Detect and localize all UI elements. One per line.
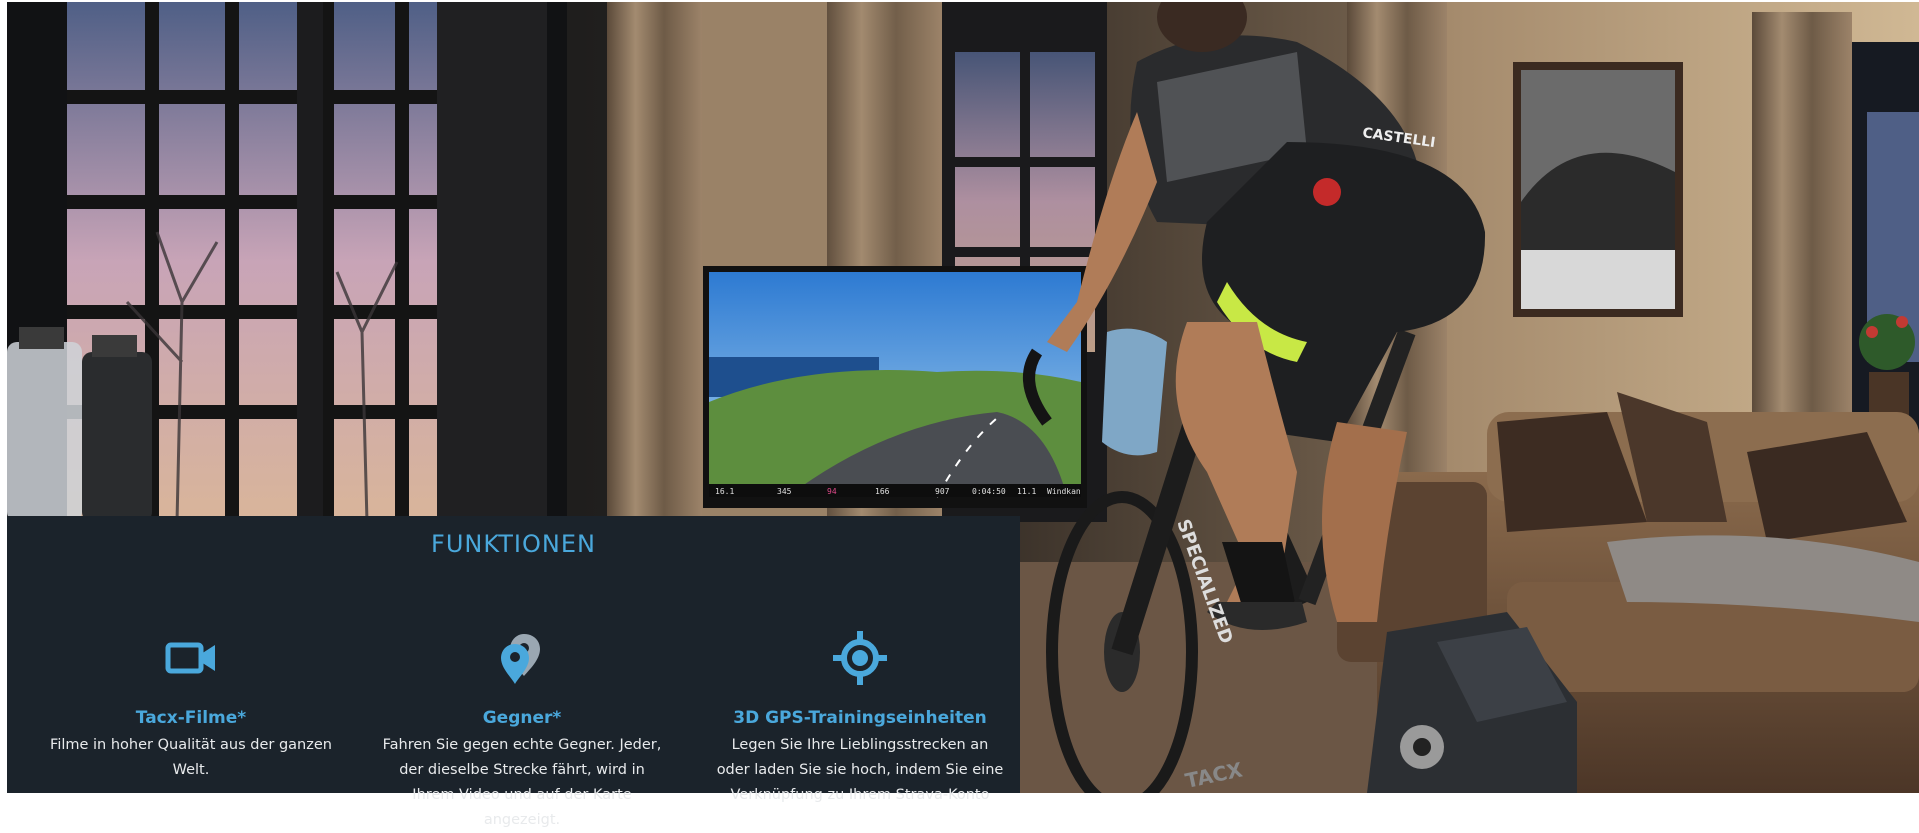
tv-grade: 11.1 <box>1017 487 1036 496</box>
feature-heading: Tacx-Filme* <box>135 708 247 728</box>
feature-heading: 3D GPS-Trainingseinheiten <box>733 708 987 728</box>
feature-heading: Gegner* <box>482 708 562 728</box>
feature-tacx-films: Tacx-Filme* Filme in hoher Qualität aus … <box>41 630 341 783</box>
feature-description: Legen Sie Ihre Lieblingsstrecken an oder… <box>716 737 1004 803</box>
map-pin-icon <box>501 634 540 684</box>
feature-gps-training: 3D GPS-Trainingseinheiten Legen Sie Ihre… <box>710 630 1010 808</box>
video-camera-icon <box>165 642 215 674</box>
gps-target-icon <box>833 631 887 685</box>
tv-time: 0:04:50 <box>972 487 1006 496</box>
tv-power: 345 <box>777 487 792 496</box>
feature-description: Fahren Sie gegen echte Gegner. Jeder, de… <box>382 737 662 828</box>
tv-distance: 16.1 <box>715 487 734 496</box>
tv-altitude: 907 <box>935 487 950 496</box>
features-panel: FUNKTIONEN Tacx-Filme* Filme in hoher Qu… <box>7 516 1020 828</box>
tv-wind: Windkan <box>1047 487 1081 496</box>
features-title: FUNKTIONEN <box>431 530 596 558</box>
tv-cadence: 166 <box>875 487 890 496</box>
feature-description: Filme in hoher Qualität aus der ganzen W… <box>50 737 332 778</box>
tv-heart-rate: 94 <box>827 487 837 496</box>
feature-opponents: Gegner* Fahren Sie gegen echte Gegner. J… <box>372 630 672 833</box>
